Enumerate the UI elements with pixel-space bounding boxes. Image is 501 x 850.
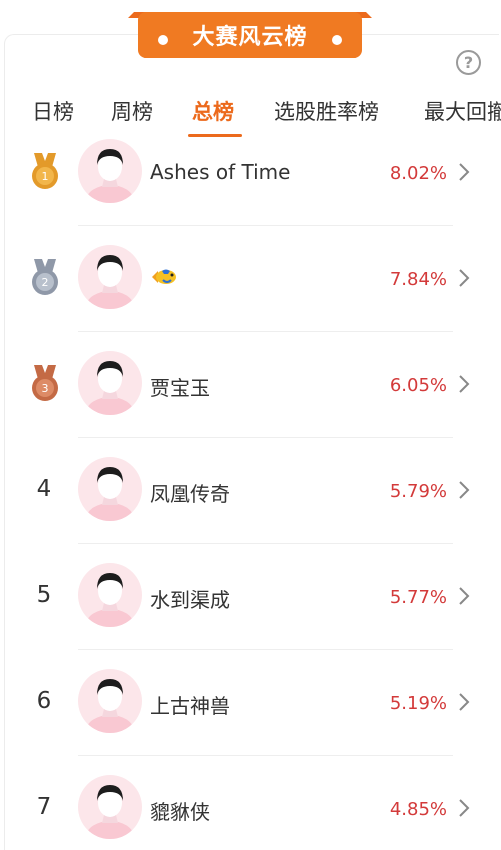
ranking-row[interactable]: 1 Ashes of Time 8.02% (0, 120, 501, 226)
chevron-right-icon (459, 163, 470, 181)
rank-number: 7 (36, 794, 52, 820)
ranking-row[interactable]: 5 水到渠成 5.77% (0, 544, 501, 650)
fish-emoji-icon (152, 269, 176, 284)
banner-dot-right (332, 35, 342, 45)
svg-text:2: 2 (42, 276, 49, 289)
rank-number: 6 (36, 688, 52, 714)
ranking-row[interactable]: 2 7.84% (0, 226, 501, 332)
chevron-right-icon (459, 799, 470, 817)
return-percent: 6.05% (389, 375, 447, 396)
return-percent: 7.84% (389, 269, 447, 290)
silver-medal-icon: 2 (32, 259, 58, 295)
return-percent: 5.79% (389, 481, 447, 502)
avatar (78, 669, 142, 733)
chevron-right-icon (459, 375, 470, 393)
ranking-row[interactable]: 6 上古神兽 5.19% (0, 650, 501, 756)
rank-number: 4 (36, 476, 52, 502)
username: 貔貅侠 (150, 800, 210, 824)
chevron-right-icon (459, 481, 470, 499)
help-icon[interactable]: ? (456, 50, 481, 75)
chevron-right-icon (459, 269, 470, 287)
username: Ashes of Time (150, 160, 291, 184)
avatar (78, 139, 142, 203)
username: 上古神兽 (150, 694, 230, 718)
bronze-medal-icon: 3 (32, 365, 58, 401)
ranking-row[interactable]: 4 凤凰传奇 5.79% (0, 438, 501, 544)
chevron-right-icon (459, 693, 470, 711)
svg-text:3: 3 (42, 382, 49, 395)
return-percent: 5.19% (389, 693, 447, 714)
gold-medal-icon: 1 (32, 153, 58, 189)
ranking-banner: 大赛风云榜 (128, 8, 372, 58)
avatar (78, 775, 142, 839)
avatar (78, 245, 142, 309)
avatar (78, 563, 142, 627)
return-percent: 4.85% (389, 799, 447, 820)
username: 贾宝玉 (150, 376, 210, 400)
svg-text:1: 1 (42, 170, 49, 183)
username: 凤凰传奇 (150, 482, 230, 506)
chevron-right-icon (459, 587, 470, 605)
ranking-row[interactable]: 3 贾宝玉 6.05% (0, 332, 501, 438)
ranking-row[interactable]: 7 貔貅侠 4.85% (0, 756, 501, 850)
username: 水到渠成 (150, 588, 230, 612)
return-percent: 8.02% (389, 163, 447, 184)
avatar (78, 457, 142, 521)
return-percent: 5.77% (389, 587, 447, 608)
rank-number: 5 (36, 582, 52, 608)
avatar (78, 351, 142, 415)
